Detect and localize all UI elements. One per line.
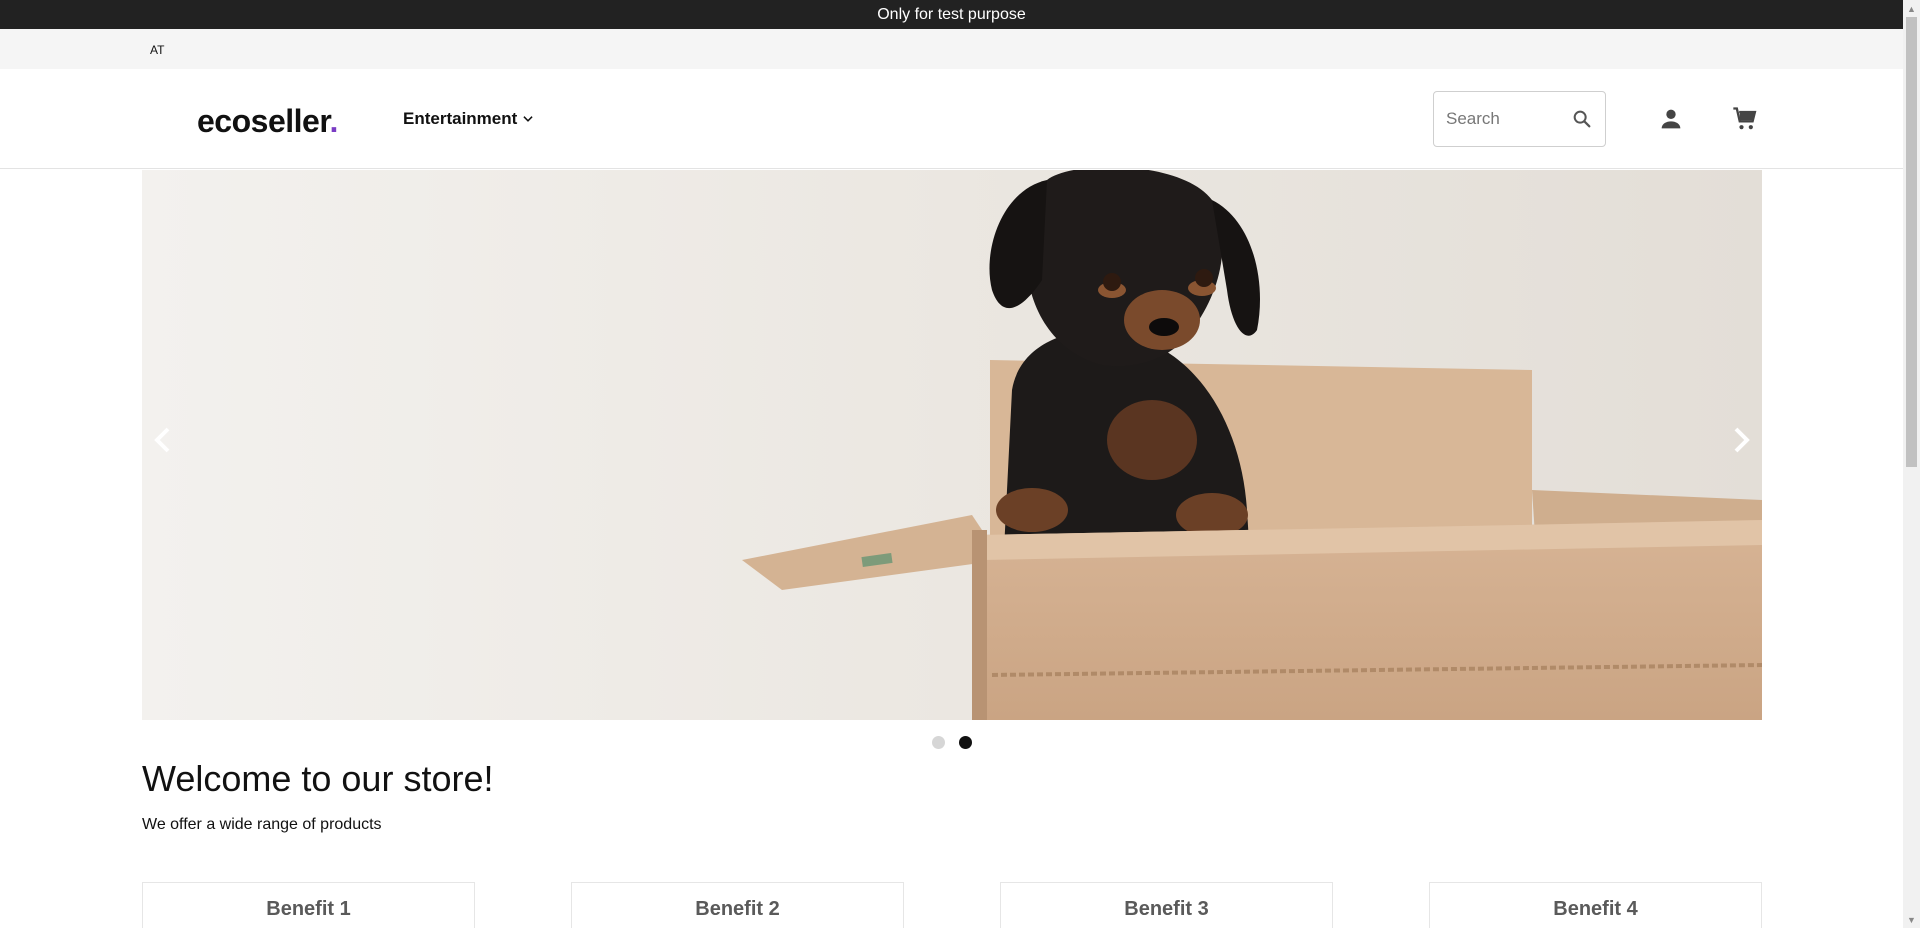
benefit-title: Benefit 4 [1553,898,1638,920]
chevron-right-icon[interactable] [1722,415,1762,465]
benefit-card-1: Benefit 1 [142,882,475,928]
chevron-down-icon [523,116,533,122]
benefit-title: Benefit 1 [266,898,351,920]
carousel-dot-1[interactable] [931,736,945,749]
announcement-bar: Only for test purpose [0,0,1903,29]
nav-entertainment-label: Entertainment [403,109,518,128]
hero-carousel[interactable] [142,170,1762,720]
benefit-title: Benefit 3 [1124,898,1209,920]
locale-bar: AT [0,29,1903,69]
welcome-title: Welcome to our store! [142,758,494,799]
scrollbar-thumb[interactable] [1906,17,1917,467]
search-input[interactable] [1446,109,1566,129]
scroll-up-arrow[interactable]: ▲ [1903,0,1920,17]
site-header: ecoseller. Entertainment [0,69,1903,169]
search-box[interactable] [1433,91,1606,147]
benefit-title: Benefit 2 [695,898,780,920]
search-icon[interactable] [1571,108,1593,130]
announcement-text: Only for test purpose [877,5,1026,23]
carousel-dots [0,736,1903,749]
hero-image [142,170,1762,720]
scroll-down-arrow[interactable]: ▼ [1903,911,1920,928]
logo[interactable]: ecoseller. [197,103,338,140]
benefit-card-3: Benefit 3 [1000,882,1333,928]
cart-icon[interactable] [1731,105,1759,133]
benefits-row: Benefit 1 Benefit 2 Benefit 3 Benefit 4 [142,882,1762,928]
logo-dot: . [329,103,339,139]
logo-text: ecoseller [197,103,330,139]
page: Only for test purpose AT ecoseller. Ente… [0,0,1903,928]
user-icon[interactable] [1657,105,1685,133]
locale-selector[interactable]: AT [150,43,164,57]
benefit-card-4: Benefit 4 [1429,882,1762,928]
carousel-dot-2[interactable] [958,736,972,749]
benefit-card-2: Benefit 2 [571,882,904,928]
page-scrollbar[interactable]: ▲ ▼ [1903,0,1920,928]
chevron-left-icon[interactable] [142,415,182,465]
welcome-subtitle: We offer a wide range of products [142,816,382,833]
nav-entertainment[interactable]: Entertainment [403,109,535,129]
